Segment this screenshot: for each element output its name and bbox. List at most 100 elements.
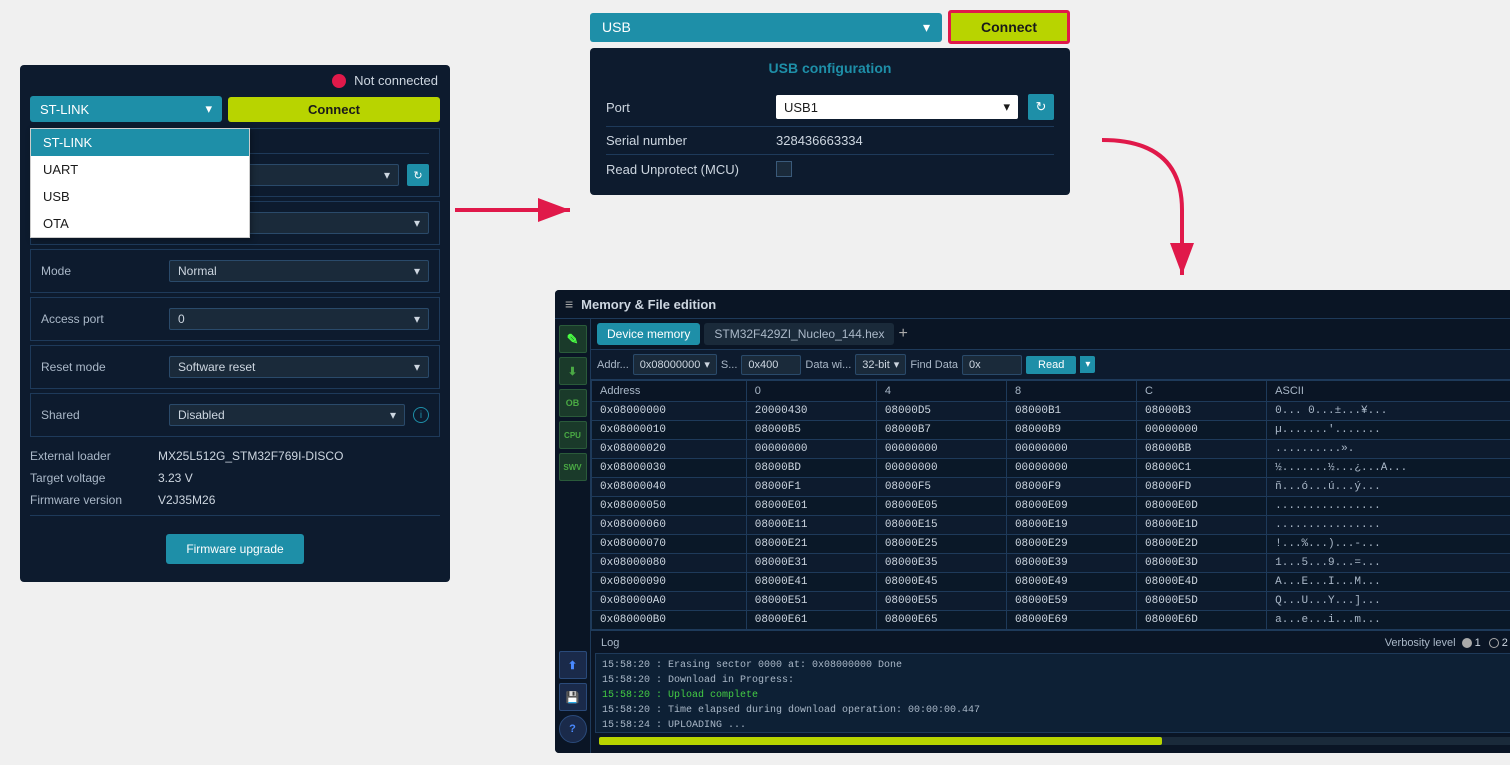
- table-row: 0x08000090: [592, 573, 747, 592]
- table-row: 0x08000080: [592, 554, 747, 573]
- table-row: ................: [1267, 516, 1510, 535]
- not-connected-dot: [332, 74, 346, 88]
- memory-table-container: Address 0 4 8 C ASCII 0x08000000 2000043…: [591, 380, 1510, 630]
- tab-hex-file[interactable]: STM32F429ZI_Nucleo_144.hex: [704, 323, 894, 345]
- usb-config-panel: USB configuration Port USB1 ▾ ↻ Serial n…: [590, 48, 1070, 195]
- table-row: 0x08000000: [592, 402, 747, 421]
- add-tab-button[interactable]: +: [898, 325, 907, 343]
- shared-dropdown[interactable]: Disabled ▾: [169, 404, 405, 426]
- external-loader-label: External loader: [30, 449, 150, 463]
- table-row: 08000E2D: [1137, 535, 1267, 554]
- menu-item-uart[interactable]: UART: [31, 156, 249, 183]
- external-loader-row: External loader MX25L512G_STM32F769I-DIS…: [30, 445, 440, 467]
- chevron-down-icon: ▾: [414, 216, 420, 230]
- data-width-dropdown[interactable]: 32-bit ▾: [855, 354, 906, 375]
- table-row: 00000000: [876, 440, 1006, 459]
- serial-number-row: Serial number 328436663334: [606, 127, 1054, 155]
- size-input[interactable]: [741, 355, 801, 375]
- mode-dropdown[interactable]: Normal ▾: [169, 260, 429, 282]
- chevron-down-icon: ▾: [414, 360, 420, 374]
- progress-bar-fill: [599, 737, 1162, 745]
- table-row: 08000E39: [1006, 554, 1136, 573]
- sidebar-icons: ✎ ⬇ OB CPU SWV ⬆ 💾 ?: [555, 319, 591, 753]
- connection-type-dropdown[interactable]: ST-LINK ▾: [30, 96, 222, 122]
- firmware-upgrade-button[interactable]: Firmware upgrade: [166, 534, 303, 564]
- swv-icon-btn[interactable]: SWV: [559, 453, 587, 481]
- read-button[interactable]: Read: [1026, 356, 1076, 374]
- data-width-label: Data wi...: [805, 359, 851, 371]
- mode-row: Mode Normal ▾: [41, 256, 429, 286]
- col-header-4: 4: [876, 381, 1006, 402]
- table-row: 08000B7: [876, 421, 1006, 440]
- tab-device-memory[interactable]: Device memory: [597, 323, 700, 345]
- edit-icon-btn[interactable]: ✎: [559, 325, 587, 353]
- verbosity-1[interactable]: 1: [1462, 637, 1481, 649]
- arrow-right-indicator: [455, 190, 585, 233]
- table-row: ................: [1267, 497, 1510, 516]
- upload-icon-btn[interactable]: ⬆: [559, 651, 587, 679]
- connect-button[interactable]: Connect: [228, 97, 440, 122]
- size-label: S...: [721, 359, 738, 371]
- usb-type-dropdown[interactable]: USB ▾: [590, 13, 942, 42]
- find-data-label: Find Data: [910, 359, 958, 371]
- table-row: 08000E69: [1006, 611, 1136, 630]
- download-icon-btn[interactable]: ⬇: [559, 357, 587, 385]
- table-row: 08000C1: [1137, 459, 1267, 478]
- external-loader-value: MX25L512G_STM32F769I-DISCO: [158, 449, 343, 463]
- hamburger-icon[interactable]: ≡: [565, 296, 573, 312]
- save-icon-btn[interactable]: 💾: [559, 683, 587, 711]
- table-row: 08000B5: [746, 421, 876, 440]
- read-dropdown-arrow[interactable]: ▾: [1080, 356, 1095, 373]
- toolbar-row: Addr... 0x08000000 ▾ S... Data wi... 32-…: [591, 350, 1510, 380]
- verbosity-2[interactable]: 2: [1489, 637, 1508, 649]
- table-row: ..........».: [1267, 440, 1510, 459]
- col-header-c: C: [1137, 381, 1267, 402]
- table-row: 08000E25: [876, 535, 1006, 554]
- table-row: 08000E35: [876, 554, 1006, 573]
- access-port-dropdown[interactable]: 0 ▾: [169, 308, 429, 330]
- read-unprotect-checkbox[interactable]: [776, 161, 792, 177]
- table-row: 0x08000070: [592, 535, 747, 554]
- log-line: 15:58:20 : Erasing sector 0000 at: 0x080…: [602, 658, 1510, 673]
- table-row: 08000E41: [746, 573, 876, 592]
- ob-icon-btn[interactable]: OB: [559, 389, 587, 417]
- col-header-8: 8: [1006, 381, 1136, 402]
- chevron-down-icon: ▾: [384, 168, 390, 182]
- usb-port-label: Port: [606, 100, 766, 115]
- target-voltage-label: Target voltage: [30, 471, 150, 485]
- memory-title: Memory & File edition: [581, 297, 716, 312]
- table-row: 08000D5: [876, 402, 1006, 421]
- help-icon-btn[interactable]: ?: [559, 715, 587, 743]
- table-row: 0x08000020: [592, 440, 747, 459]
- chevron-down-icon: ▾: [1003, 99, 1010, 115]
- find-data-input[interactable]: [962, 355, 1022, 375]
- col-header-address: Address: [592, 381, 747, 402]
- log-content: 15:58:20 : Erasing sector 0000 at: 0x080…: [595, 653, 1510, 733]
- table-row: 08000E49: [1006, 573, 1136, 592]
- usb-connect-button[interactable]: Connect: [948, 10, 1070, 44]
- usb-port-dropdown[interactable]: USB1 ▾: [776, 95, 1018, 119]
- serial-number-value: 328436663334: [776, 133, 863, 148]
- cpu-icon-btn[interactable]: CPU: [559, 421, 587, 449]
- table-row: 0x08000060: [592, 516, 747, 535]
- shared-label: Shared: [41, 408, 161, 422]
- table-row: 00000000: [876, 459, 1006, 478]
- usb-refresh-button[interactable]: ↻: [1028, 94, 1054, 120]
- log-title: Log: [601, 637, 619, 649]
- top-center-panel: USB ▾ Connect USB configuration Port USB…: [590, 10, 1070, 195]
- menu-item-usb[interactable]: USB: [31, 183, 249, 210]
- shared-info-icon[interactable]: i: [413, 407, 429, 423]
- table-row: 08000F1: [746, 478, 876, 497]
- connection-row: ST-LINK ▾ Connect ST-LINK UART USB OTA: [20, 96, 450, 128]
- menu-item-ota[interactable]: OTA: [31, 210, 249, 237]
- chevron-down-icon: ▾: [390, 408, 396, 422]
- reset-mode-dropdown[interactable]: Software reset ▾: [169, 356, 429, 378]
- table-row: 08000E29: [1006, 535, 1136, 554]
- table-row: 08000E15: [876, 516, 1006, 535]
- addr-dropdown[interactable]: 0x08000000 ▾: [633, 354, 717, 375]
- arrow-down-indicator: [1082, 130, 1202, 293]
- menu-item-stlink[interactable]: ST-LINK: [31, 129, 249, 156]
- table-row: 08000E0D: [1137, 497, 1267, 516]
- table-row: 08000E55: [876, 592, 1006, 611]
- port-refresh-button[interactable]: ↻: [407, 164, 429, 186]
